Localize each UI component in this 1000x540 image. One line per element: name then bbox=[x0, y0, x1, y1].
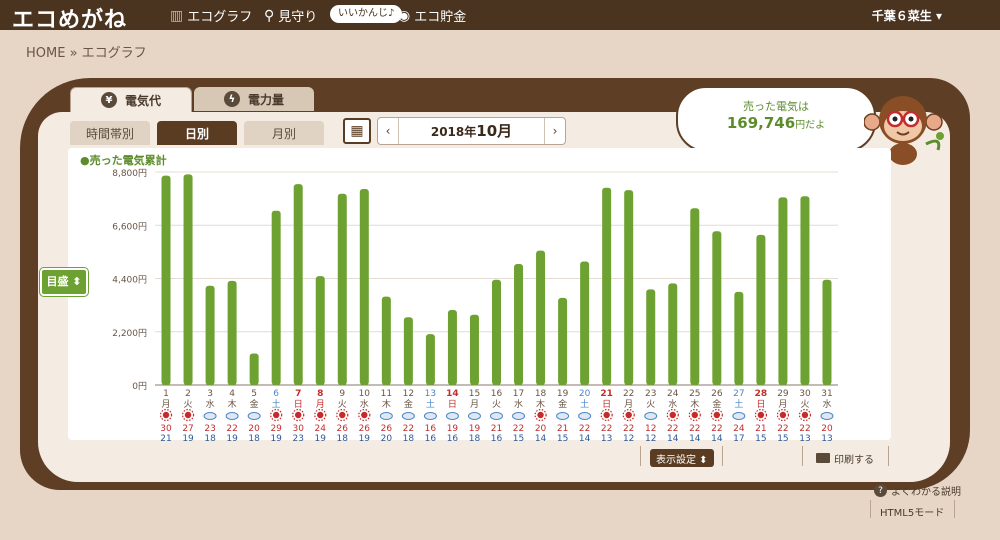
user-menu[interactable]: 千葉６菜生 ▾ bbox=[872, 7, 942, 24]
scale-mode-select[interactable]: 目盛 ⬍ bbox=[40, 268, 88, 296]
next-month-button[interactable]: › bbox=[544, 118, 565, 144]
question-icon: ? bbox=[874, 484, 887, 497]
status-badge: いいかんじ♪ bbox=[330, 5, 403, 23]
bar-chart-icon: ▥ bbox=[170, 7, 184, 24]
current-month: 10月 bbox=[476, 122, 513, 140]
current-month-label: 2018年10月 bbox=[402, 118, 541, 145]
chart-panel bbox=[68, 148, 891, 440]
help-link[interactable]: ? よくわかる説明 bbox=[874, 483, 961, 498]
divider bbox=[954, 500, 955, 518]
divider bbox=[888, 446, 889, 466]
speech-bubble: 売った電気は 169,746円だよ bbox=[676, 86, 876, 152]
breadcrumb[interactable]: HOME » エコグラフ bbox=[26, 42, 147, 61]
tab-electricity-cost-label: 電気代 bbox=[124, 93, 161, 108]
app-logo[interactable]: エコめがね bbox=[12, 2, 127, 34]
help-label: よくわかる説明 bbox=[891, 487, 961, 498]
date-navigator: ‹ 2018年10月 › bbox=[377, 117, 566, 145]
nav-eco-graph-label: エコグラフ bbox=[187, 10, 253, 25]
divider bbox=[870, 500, 871, 518]
nav-eco-graph[interactable]: ▥ エコグラフ bbox=[170, 6, 253, 26]
top-bar: エコめがね ▥ エコグラフ ⚲ 見守り いいかんじ♪ ◉ エコ貯金 千葉６菜生 … bbox=[0, 0, 1000, 33]
coin-icon: ◉ bbox=[398, 7, 411, 24]
nav-mimamori[interactable]: ⚲ 見守り bbox=[264, 6, 318, 26]
speech-amount-line: 169,746円だよ bbox=[678, 114, 874, 132]
subtab-daily[interactable]: 日別 bbox=[157, 121, 237, 145]
display-settings-select[interactable]: 表示設定 ⬍ bbox=[650, 449, 714, 467]
speech-suffix: 円だよ bbox=[795, 120, 826, 131]
bolt-icon: ϟ bbox=[223, 91, 240, 107]
divider bbox=[640, 446, 641, 466]
current-year: 2018年 bbox=[430, 125, 477, 139]
printer-icon bbox=[816, 453, 830, 463]
chart-legend: ●売った電気累計 bbox=[80, 154, 167, 167]
nav-eco-savings-label: エコ貯金 bbox=[414, 10, 467, 25]
nav-mimamori-label: 見守り bbox=[278, 10, 318, 25]
subtab-hourly[interactable]: 時間帯別 bbox=[70, 121, 150, 145]
speech-line1: 売った電気は bbox=[743, 100, 809, 113]
divider bbox=[802, 446, 803, 466]
nav-eco-savings[interactable]: ◉ エコ貯金 bbox=[398, 6, 467, 26]
yen-icon: ¥ bbox=[100, 92, 117, 108]
tab-power-amount-label: 電力量 bbox=[247, 92, 284, 107]
divider bbox=[722, 446, 723, 466]
subtab-monthly[interactable]: 月別 bbox=[244, 121, 324, 145]
calendar-icon[interactable]: ▦ bbox=[343, 118, 371, 144]
prev-month-button[interactable]: ‹ bbox=[378, 118, 399, 144]
speech-amount: 169,746 bbox=[726, 114, 796, 132]
tab-power-amount[interactable]: ϟ 電力量 bbox=[194, 87, 314, 111]
print-button[interactable]: 印刷する bbox=[816, 449, 874, 467]
print-label: 印刷する bbox=[834, 454, 874, 466]
magnifier-icon: ⚲ bbox=[264, 7, 275, 24]
tab-electricity-cost[interactable]: ¥ 電気代 bbox=[70, 87, 192, 112]
html5-mode-link[interactable]: HTML5モード bbox=[880, 504, 944, 519]
